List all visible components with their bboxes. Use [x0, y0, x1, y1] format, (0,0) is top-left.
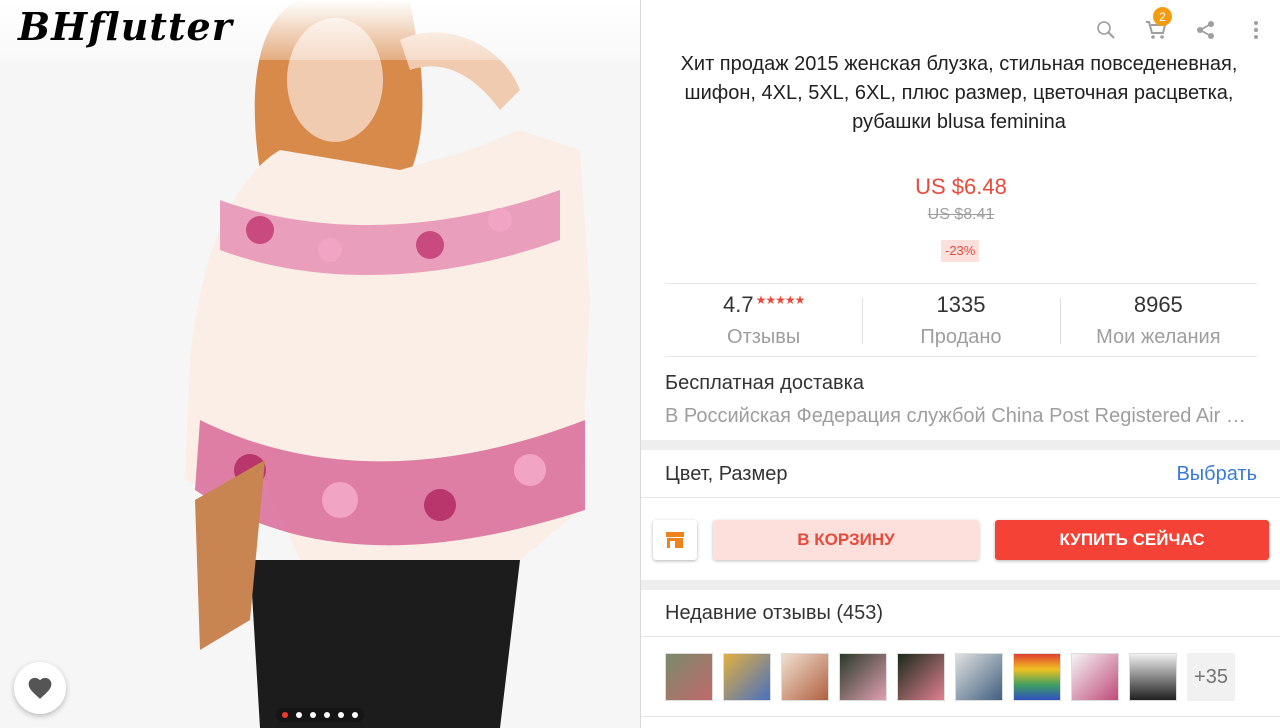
- more-icon: [1254, 21, 1258, 39]
- review-photo[interactable]: [781, 653, 829, 701]
- stat-rating[interactable]: 4.7 ★★★★★ Отзывы: [665, 284, 862, 356]
- stat-sold: 1335 Продано: [862, 284, 1059, 356]
- share-button[interactable]: [1195, 19, 1217, 41]
- product-photo: [0, 0, 640, 728]
- wishes-value: 8965: [1133, 292, 1183, 317]
- buy-now-button[interactable]: КУПИТЬ СЕЙЧАС: [995, 520, 1269, 560]
- divider: [641, 636, 1280, 637]
- slide-dot[interactable]: [282, 712, 288, 718]
- cart-button[interactable]: 2: [1145, 7, 1172, 41]
- review-photo[interactable]: [897, 653, 945, 701]
- old-price: US $8.41: [641, 206, 1280, 224]
- discount-badge: -23%: [941, 240, 980, 262]
- review-photo[interactable]: [723, 653, 771, 701]
- product-summary: 2 Хит продаж 2015 женская блузка, стильн…: [641, 0, 1280, 440]
- slide-indicator[interactable]: [276, 708, 364, 722]
- product-details-panel: 2 Хит продаж 2015 женская блузка, стильн…: [640, 0, 1280, 728]
- stat-wishlist[interactable]: 8965 Мои желания: [1059, 284, 1257, 356]
- review-photo[interactable]: [839, 653, 887, 701]
- store-button[interactable]: [653, 520, 697, 560]
- rating-value: 4.7: [722, 292, 754, 317]
- favorite-button[interactable]: [14, 662, 66, 714]
- wishes-label: Мои желания: [1096, 326, 1221, 348]
- search-icon: [1096, 20, 1115, 39]
- rating-value-row: 4.7 ★★★★★: [665, 292, 862, 318]
- slide-dot[interactable]: [310, 712, 316, 718]
- heart-icon: [28, 677, 52, 699]
- shipping-title: Бесплатная доставка: [665, 372, 864, 394]
- slide-dot[interactable]: [324, 712, 330, 718]
- variant-label: Цвет, Размер: [665, 463, 788, 485]
- slide-dot[interactable]: [296, 712, 302, 718]
- more-review-photos[interactable]: +35: [1187, 653, 1235, 701]
- recent-reviews-title[interactable]: Недавние отзывы (453): [665, 602, 883, 625]
- slide-dot[interactable]: [338, 712, 344, 718]
- store-icon: [666, 532, 684, 548]
- product-title: Хит продаж 2015 женская блузка, стильная…: [680, 53, 1238, 133]
- share-icon: [1197, 21, 1214, 39]
- divider: [641, 716, 1280, 717]
- review-photo[interactable]: [1129, 653, 1177, 701]
- shipping-description[interactable]: В Российская Федерация службой China Pos…: [665, 405, 1257, 428]
- purchase-section: Цвет, Размер Выбрать В КОРЗИНУ КУПИТЬ СЕ…: [641, 450, 1280, 580]
- brand-watermark: BHflutter: [18, 4, 233, 49]
- old-price-value: US $8.41: [927, 206, 995, 223]
- review-photo[interactable]: [955, 653, 1003, 701]
- sold-label: Продано: [920, 326, 1002, 348]
- add-to-cart-button[interactable]: В КОРЗИНУ: [713, 520, 979, 560]
- product-stats: 4.7 ★★★★★ Отзывы 1335 Продано 8965 Мои же…: [665, 283, 1257, 357]
- cart-count-badge: 2: [1153, 7, 1172, 26]
- current-price: US $6.48: [915, 174, 1007, 199]
- review-photo[interactable]: [1013, 653, 1061, 701]
- review-photo[interactable]: [665, 653, 713, 701]
- sold-value: 1335: [936, 292, 986, 317]
- reviews-label: Отзывы: [727, 326, 801, 348]
- more-button[interactable]: [1245, 19, 1267, 41]
- review-photo-strip: +35: [665, 653, 1235, 701]
- variant-selector[interactable]: Цвет, Размер Выбрать: [641, 450, 1280, 498]
- recent-reviews-section: Недавние отзывы (453) +35: [641, 590, 1280, 728]
- search-button[interactable]: [1095, 19, 1117, 41]
- rating-stars: ★★★★★: [755, 293, 806, 307]
- review-photo[interactable]: [1071, 653, 1119, 701]
- product-gallery[interactable]: BHflutter: [0, 0, 640, 728]
- slide-dot[interactable]: [352, 712, 358, 718]
- variant-select-link[interactable]: Выбрать: [1176, 463, 1257, 486]
